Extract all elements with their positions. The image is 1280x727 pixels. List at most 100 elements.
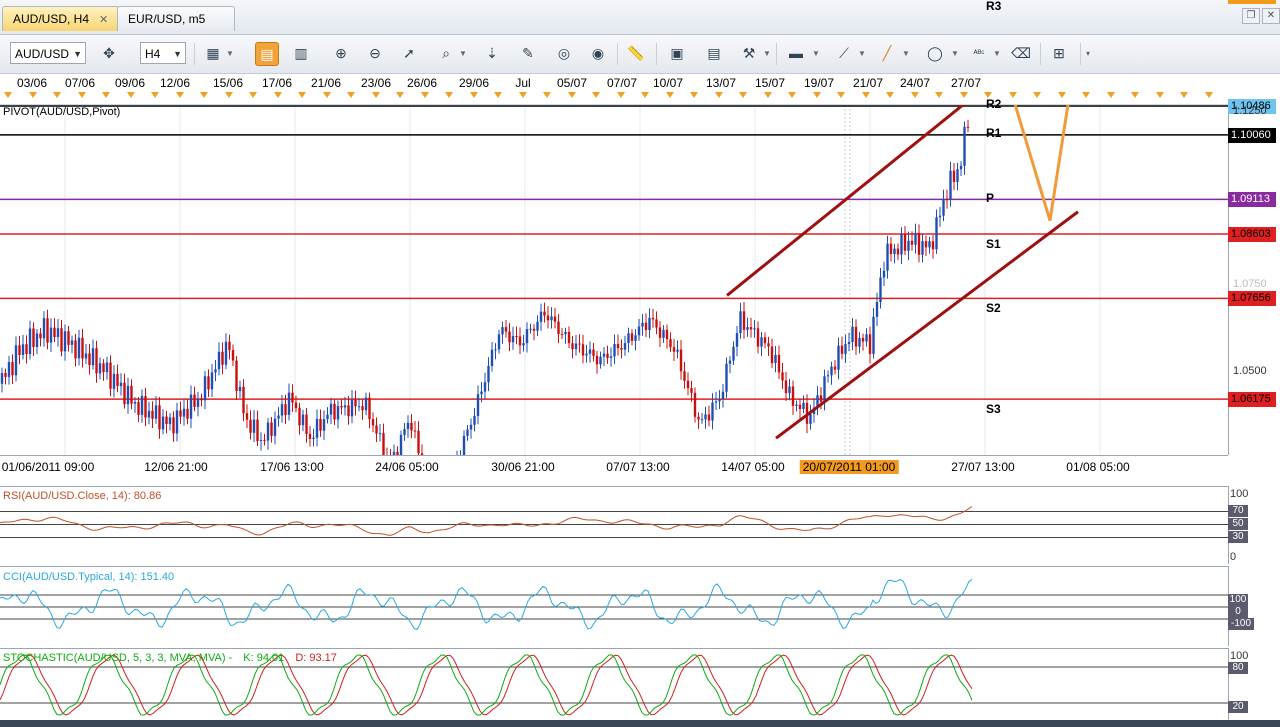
zoom-in-icon[interactable]: ⊕	[330, 42, 352, 64]
symbol-select[interactable]: AUD/USD ▼	[10, 42, 86, 64]
candle-body	[4, 373, 7, 377]
chevron-down-icon[interactable]: ▼	[459, 49, 467, 58]
time-label: 14/07 05:00	[721, 460, 785, 474]
chevron-down-icon[interactable]: ▼	[993, 49, 1001, 58]
chevron-down-icon[interactable]: ▼	[951, 49, 959, 58]
stochastic-title-main: STOCHASTIC(AUD/USD, 5, 3, 3, MVA, MVA) -	[3, 652, 233, 664]
object-icon[interactable]: ◎	[553, 42, 575, 64]
close-window-icon[interactable]: ✕	[1262, 8, 1280, 24]
candle-body	[826, 375, 830, 377]
candle-body	[252, 419, 256, 433]
date-label: 23/06	[360, 76, 392, 90]
rsi-scale-label: 30	[1228, 531, 1248, 543]
level-label-s2: S2	[986, 301, 1001, 316]
event-marker-icon	[886, 92, 894, 98]
indicator-icon[interactable]: ⇣	[481, 42, 503, 64]
candle-body	[840, 345, 844, 354]
crosshair-icon[interactable]: ✥	[98, 42, 120, 64]
tab-audusd[interactable]: AUD/USD, H4 ✕	[2, 6, 120, 31]
time-label: 17/06 13:00	[260, 460, 324, 474]
candle-body	[777, 354, 781, 373]
candle-body	[354, 399, 357, 407]
candle-body	[847, 342, 851, 345]
price-label-p: 1.09113	[1228, 192, 1276, 208]
layout-icon[interactable]: ▬	[785, 42, 807, 64]
cursor-icon[interactable]: ➚	[398, 42, 420, 64]
candle-body	[749, 327, 753, 330]
price-label-s1: 1.08603	[1228, 226, 1276, 242]
stochastic-pane[interactable]: STOCHASTIC(AUD/USD, 5, 3, 3, MVA, MVA) -…	[0, 648, 1228, 721]
cci-pane[interactable]: CCI(AUD/USD.Typical, 14): 151.40	[0, 566, 1228, 647]
candle-body	[844, 344, 847, 354]
candle-body	[235, 360, 238, 392]
tools-icon[interactable]: ⚒	[738, 42, 760, 64]
event-marker-icon	[225, 92, 233, 98]
price-chart[interactable]: PIVOT(AUD/USD,Pivot) R3R2R1PS1S2S3S4	[0, 0, 1228, 513]
restore-icon[interactable]: ❐	[1242, 8, 1260, 24]
price-tick: 1.0500	[1233, 365, 1267, 377]
candle-body	[56, 328, 60, 338]
text-icon[interactable]: ᴬᴮᶜ	[968, 42, 990, 64]
chevron-down-icon[interactable]: ▼	[858, 49, 866, 58]
event-marker-icon	[1082, 92, 1090, 98]
candle-body	[224, 341, 228, 365]
ellipse-icon[interactable]: ◯	[924, 42, 946, 64]
candle-body	[329, 403, 333, 415]
rsi-pane[interactable]: RSI(AUD/USD.Close, 14): 80.86	[0, 486, 1228, 565]
brush-icon[interactable]: ╱	[876, 42, 898, 64]
candle-body	[123, 382, 126, 405]
hierarchy-icon[interactable]: ⊞	[1048, 42, 1070, 64]
pencil-icon[interactable]: ✎	[517, 42, 539, 64]
date-label: 29/06	[458, 76, 490, 90]
zoom-out-icon[interactable]: ⊖	[364, 42, 386, 64]
ruler-icon[interactable]: 📏	[625, 42, 647, 64]
candle-body	[112, 373, 116, 389]
candle-body	[511, 336, 515, 343]
globe-icon[interactable]: ◉	[587, 42, 609, 64]
candle-body	[67, 331, 70, 345]
image-icon[interactable]: ▣	[666, 42, 688, 64]
more-icon[interactable]: ▾	[1086, 49, 1090, 58]
event-marker-icon	[1131, 92, 1139, 98]
symbol-value: AUD/USD	[15, 47, 70, 61]
candle-body	[25, 344, 28, 354]
candle-body	[256, 419, 259, 442]
event-marker-icon	[1033, 92, 1041, 98]
candle-body	[588, 349, 592, 354]
timeframe-select[interactable]: H4 ▼	[140, 42, 186, 64]
candle-body	[921, 241, 924, 255]
event-marker-icon	[470, 92, 478, 98]
event-marker-icon	[617, 92, 625, 98]
eraser-icon[interactable]: ⌫	[1010, 42, 1032, 64]
tab-eurusd[interactable]: EUR/USD, m5✕	[117, 6, 235, 50]
candles-icon[interactable]: ▤	[255, 42, 279, 66]
candle-body	[861, 337, 865, 342]
candle-body	[35, 333, 39, 348]
bars-icon[interactable]: ▥	[290, 42, 312, 64]
chevron-down-icon[interactable]: ▼	[226, 49, 234, 58]
candle-body	[245, 413, 249, 420]
close-icon[interactable]: ✕	[99, 8, 108, 32]
candle-body	[809, 414, 812, 424]
candle-body	[949, 170, 952, 200]
candle-body	[294, 402, 298, 409]
candle-body	[490, 349, 494, 367]
candle-body	[739, 311, 742, 334]
period-icon[interactable]: ⌕	[435, 42, 457, 64]
candle-body	[333, 403, 336, 420]
date-label: 19/07	[803, 76, 835, 90]
chevron-down-icon[interactable]: ▼	[763, 49, 771, 58]
chevron-down-icon[interactable]: ▼	[902, 49, 910, 58]
candle-body	[291, 392, 294, 403]
candle-body	[483, 382, 487, 392]
line-icon[interactable]: ⟋	[833, 42, 855, 64]
candle-body	[928, 241, 931, 248]
event-marker-icon	[1156, 92, 1164, 98]
template-icon[interactable]: ▤	[703, 42, 725, 64]
candle-body	[228, 341, 231, 350]
chart-type-icon[interactable]: ▦	[202, 42, 224, 64]
chevron-down-icon[interactable]: ▼	[812, 49, 820, 58]
candle-body	[550, 316, 553, 321]
date-label: 21/06	[310, 76, 342, 90]
candle-body	[287, 392, 291, 415]
